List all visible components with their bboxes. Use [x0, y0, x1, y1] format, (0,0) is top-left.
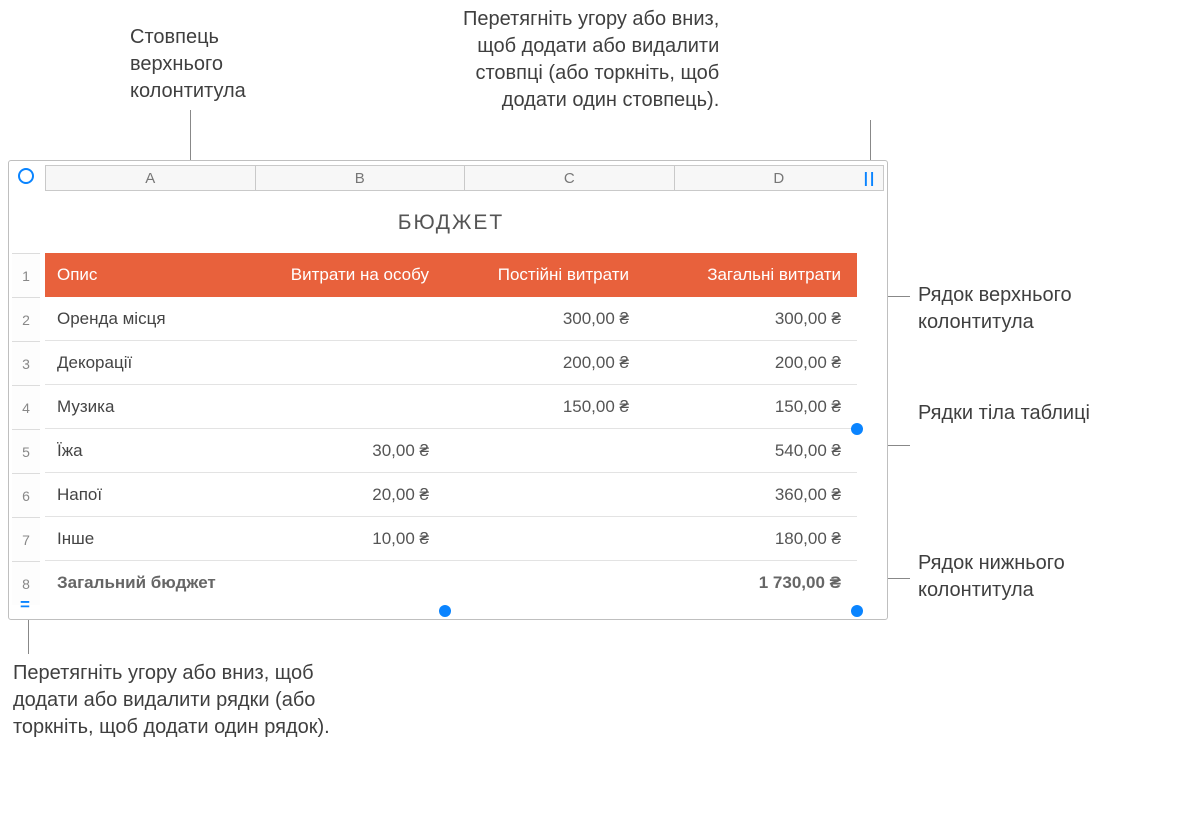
cell[interactable]: 150,00 ₴ [445, 397, 645, 417]
cell[interactable]: 1 730,00 ₴ [645, 573, 857, 593]
row-header-7[interactable]: 7 [12, 517, 40, 561]
table-header-row[interactable]: Опис Витрати на особу Постійні витрати З… [45, 253, 857, 297]
col-header-b[interactable]: B [255, 165, 466, 191]
circle-icon [18, 168, 34, 184]
resize-handle-icon[interactable] [439, 605, 451, 617]
cell[interactable]: 30,00 ₴ [245, 441, 445, 461]
callout-footer-row: Рядок нижнього колонтитула [918, 550, 1065, 604]
cell[interactable]: 180,00 ₴ [645, 529, 857, 549]
header-cell-desc[interactable]: Опис [45, 265, 245, 285]
cell[interactable]: Інше [45, 529, 245, 549]
row-header-3[interactable]: 3 [12, 341, 40, 385]
header-cell-fixed[interactable]: Постійні витрати [445, 265, 645, 285]
cell[interactable]: 200,00 ₴ [645, 353, 857, 373]
col-header-d[interactable]: D [674, 165, 885, 191]
table-body: Опис Витрати на особу Постійні витрати З… [45, 253, 857, 589]
callout-add-columns: Перетягніть угору або вниз, щоб додати а… [463, 6, 719, 114]
spreadsheet-window: A B C D || БЮДЖЕТ 1 2 3 4 5 6 7 8 = Опис… [8, 160, 888, 620]
table-row[interactable]: Їжа 30,00 ₴ 540,00 ₴ [45, 429, 857, 473]
col-header-c[interactable]: C [464, 165, 675, 191]
row-headers: 1 2 3 4 5 6 7 8 [12, 253, 40, 616]
leader-line [28, 620, 29, 654]
row-header-6[interactable]: 6 [12, 473, 40, 517]
callout-header-column: Стовпець верхнього колонтитула [130, 24, 246, 105]
col-header-a[interactable]: A [45, 165, 256, 191]
header-cell-perperson[interactable]: Витрати на особу [245, 265, 445, 285]
cell[interactable]: Напої [45, 485, 245, 505]
table-row[interactable]: Музика 150,00 ₴ 150,00 ₴ [45, 385, 857, 429]
table-row[interactable]: Інше 10,00 ₴ 180,00 ₴ [45, 517, 857, 561]
column-headers: A B C D [45, 165, 883, 191]
cell[interactable]: 300,00 ₴ [645, 309, 857, 329]
row-header-2[interactable]: 2 [12, 297, 40, 341]
cell[interactable]: Оренда місця [45, 309, 245, 329]
row-header-1[interactable]: 1 [12, 253, 40, 297]
table-row[interactable]: Декорації 200,00 ₴ 200,00 ₴ [45, 341, 857, 385]
header-cell-total[interactable]: Загальні витрати [645, 265, 857, 285]
cell[interactable]: 200,00 ₴ [445, 353, 645, 373]
row-header-4[interactable]: 4 [12, 385, 40, 429]
callout-body-rows: Рядки тіла таблиці [918, 400, 1090, 427]
resize-handle-icon[interactable] [851, 423, 863, 435]
cell[interactable]: Їжа [45, 441, 245, 461]
cell[interactable]: 20,00 ₴ [245, 485, 445, 505]
table-title[interactable]: БЮДЖЕТ [45, 203, 857, 243]
leader-line [870, 120, 871, 162]
cell[interactable]: 300,00 ₴ [445, 309, 645, 329]
callout-add-rows: Перетягніть угору або вниз, щоб додати а… [13, 660, 330, 741]
callout-header-row: Рядок верхнього колонтитула [918, 282, 1072, 336]
cell[interactable]: Музика [45, 397, 245, 417]
cell[interactable]: Загальний бюджет [45, 573, 245, 593]
resize-handle-icon[interactable] [851, 605, 863, 617]
table-row[interactable]: Оренда місця 300,00 ₴ 300,00 ₴ [45, 297, 857, 341]
add-column-handle[interactable]: || [859, 167, 881, 189]
cell[interactable]: 150,00 ₴ [645, 397, 857, 417]
add-row-handle[interactable]: = [15, 595, 35, 615]
table-row[interactable]: Напої 20,00 ₴ 360,00 ₴ [45, 473, 857, 517]
table-footer-row[interactable]: Загальний бюджет 1 730,00 ₴ [45, 561, 857, 605]
cell[interactable]: 10,00 ₴ [245, 529, 445, 549]
cell[interactable]: 540,00 ₴ [645, 441, 857, 461]
row-header-5[interactable]: 5 [12, 429, 40, 473]
table-select-handle[interactable] [11, 165, 41, 187]
cell[interactable]: 360,00 ₴ [645, 485, 857, 505]
cell[interactable]: Декорації [45, 353, 245, 373]
